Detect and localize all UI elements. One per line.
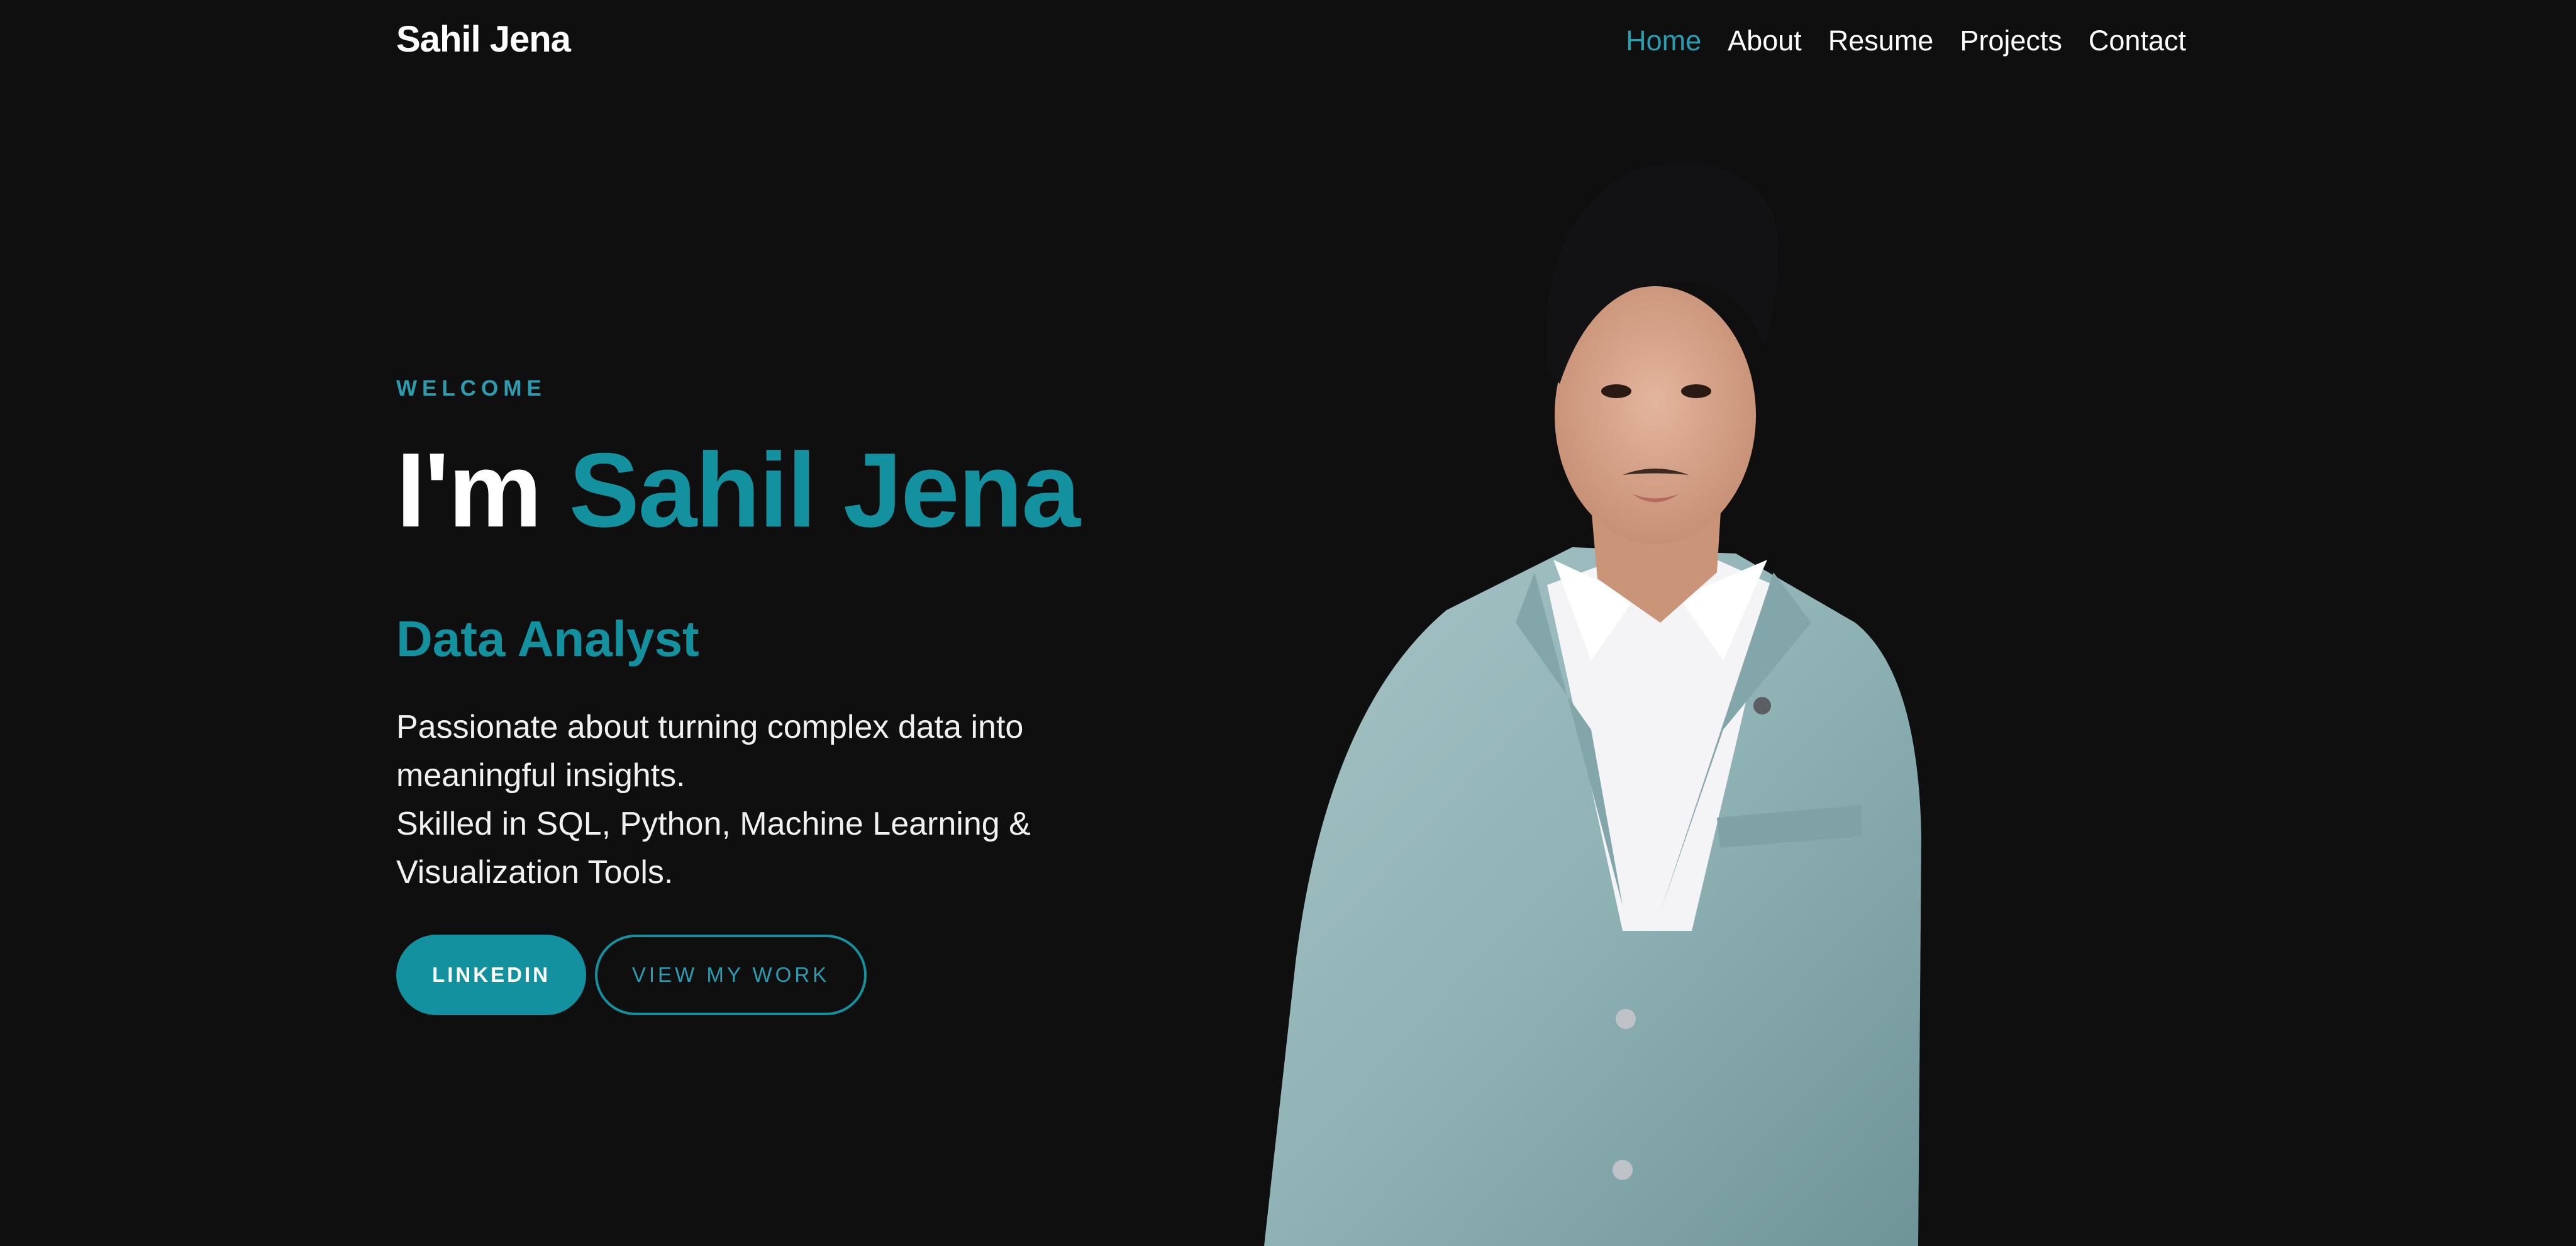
view-my-work-button[interactable]: VIEW MY WORK — [595, 935, 867, 1015]
person-portrait-photo — [1264, 163, 1921, 1246]
description-line: Skilled in SQL, Python, Machine Learning… — [396, 805, 1031, 891]
linkedin-button[interactable]: LINKEDIN — [396, 935, 586, 1015]
nav-link-about[interactable]: About — [1728, 26, 1802, 55]
welcome-eyebrow: WELCOME — [396, 376, 547, 401]
hero-headline: I'm Sahil Jena — [396, 437, 1214, 543]
hero-buttons: LINKEDIN VIEW MY WORK — [396, 935, 867, 1015]
headline-name: Sahil Jena — [569, 431, 1080, 549]
site-logo[interactable]: Sahil Jena — [396, 21, 571, 58]
headline-prefix: I'm — [396, 431, 542, 549]
nav-link-projects[interactable]: Projects — [1960, 26, 2062, 55]
role-title: Data Analyst — [396, 610, 699, 667]
hero-section: WELCOME I'm Sahil Jena Data Analyst Pass… — [396, 377, 1214, 897]
nav-link-home[interactable]: Home — [1626, 26, 1701, 55]
main-nav: Home About Resume Projects Contact — [1626, 26, 2186, 55]
description-line: Passionate about turning complex data in… — [396, 708, 1024, 794]
hero-description: Passionate about turning complex data in… — [396, 703, 1151, 897]
nav-link-contact[interactable]: Contact — [2089, 26, 2186, 55]
nav-link-resume[interactable]: Resume — [1828, 26, 1934, 55]
